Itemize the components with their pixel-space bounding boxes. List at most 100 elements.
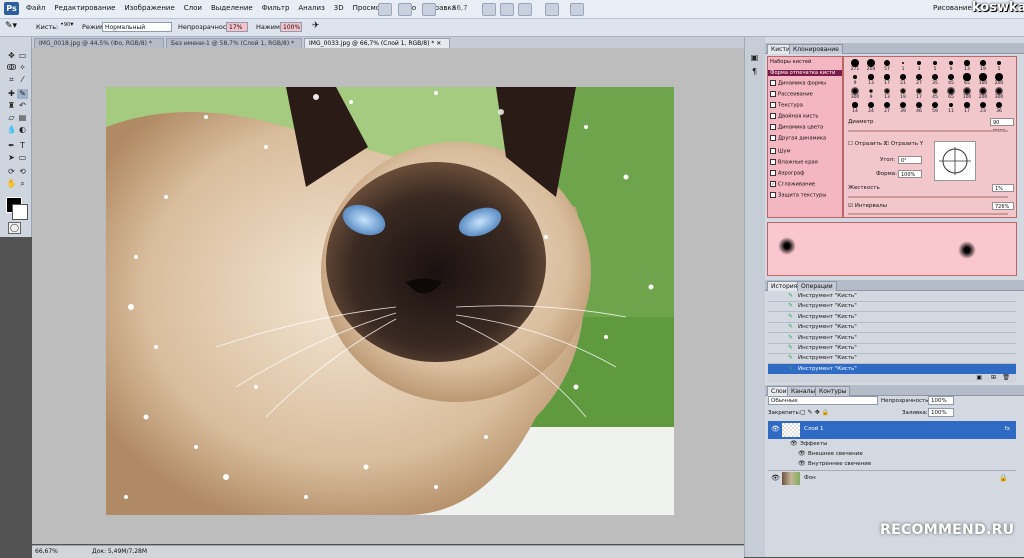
brush-tip-cell[interactable]: 27 (912, 73, 926, 87)
brush-tip-cell[interactable]: 45 (944, 73, 958, 87)
3d-orbit-icon[interactable]: ⟲ (17, 167, 28, 177)
view-extras-icon[interactable] (422, 3, 436, 16)
healing-brush-icon[interactable]: ✚ (6, 89, 17, 99)
menu-layers[interactable]: Слои (184, 4, 202, 12)
spacing-input[interactable]: 726% (992, 202, 1014, 210)
history-row[interactable]: ✎ Инструмент "Кисть" (768, 301, 1016, 313)
background-color-swatch[interactable] (12, 204, 28, 220)
flip-y-checkbox[interactable]: ☐ Отразить Y (884, 141, 923, 147)
clone-stamp-icon[interactable]: ♜ (6, 101, 17, 111)
brush-tip-cell[interactable]: 24 (864, 101, 878, 115)
checkbox[interactable] (770, 113, 776, 119)
checkbox[interactable] (770, 135, 776, 141)
brush-tip-cell[interactable]: 57 (880, 59, 894, 73)
inner-glow-row[interactable]: 👁 Внутреннее свечение (768, 460, 1016, 469)
checkbox[interactable] (770, 124, 776, 130)
brush-tip-cell[interactable]: 36 (992, 101, 1006, 115)
tab-actions[interactable]: Операции (797, 281, 837, 291)
brush-tip-cell[interactable]: 13 (864, 73, 878, 87)
rotate-view-icon[interactable] (500, 3, 514, 16)
brush-tip-cell[interactable]: 17 (880, 73, 894, 87)
crop-tool-icon[interactable]: ⌗ (6, 75, 17, 85)
fill-input[interactable]: 100% (928, 408, 954, 417)
mode-select[interactable]: Нормальный (102, 22, 172, 32)
checkbox[interactable] (770, 148, 776, 154)
zoom-level[interactable]: 66,7 (452, 4, 468, 12)
brush-tip-cell[interactable]: 46 (912, 101, 926, 115)
type-tool-icon[interactable]: T (17, 141, 28, 151)
brush-tip-cell[interactable]: 17 (912, 87, 926, 101)
shape-tool-icon[interactable]: ▭ (17, 153, 28, 163)
brush-tip-cell[interactable]: 14 (848, 101, 862, 115)
history-row[interactable]: ✎ Инструмент "Кисть" (768, 291, 1016, 302)
color-dynamics-item[interactable]: Динамика цвета (770, 124, 823, 131)
brush-angle-widget[interactable] (934, 141, 976, 181)
brush-tip-cell[interactable]: 35 (928, 73, 942, 87)
brush-tip-cell[interactable]: 65 (960, 73, 974, 87)
brush-tip-cell[interactable]: 9 (848, 73, 862, 87)
history-row[interactable]: ✎ Инструмент "Кисть" (768, 333, 1016, 344)
brush-tip-cell[interactable]: 13 (960, 59, 974, 73)
path-select-icon[interactable]: ➤ (6, 153, 17, 163)
other-dynamics-item[interactable]: Другая динамика (770, 135, 826, 142)
brush-tool-preset-icon[interactable]: ✎▾ (5, 21, 17, 31)
brush-tip-cell[interactable]: 5 (928, 59, 942, 73)
smoothing-item[interactable]: ✓ Сглаживание (770, 181, 815, 188)
brush-tip-cell[interactable]: 100 (960, 87, 974, 101)
checkbox-checked[interactable]: ✓ (770, 181, 776, 187)
brush-tip-cell[interactable]: 200 (992, 73, 1006, 87)
protect-texture-item[interactable]: Защита текстуры (770, 192, 826, 199)
lock-icons[interactable]: ▢✎✥🔒 (800, 409, 831, 416)
brush-tip-cell[interactable]: 59 (928, 101, 942, 115)
menu-image[interactable]: Изображение (124, 4, 174, 12)
lasso-tool-icon[interactable]: ↂ (6, 63, 17, 73)
brush-tip-cell[interactable]: 300 (992, 87, 1006, 101)
new-snapshot-icon[interactable]: ⊞ (991, 374, 996, 381)
menu-file[interactable]: Файл (26, 4, 45, 12)
dodge-tool-icon[interactable]: ◐ (17, 125, 28, 135)
brush-tip-cell[interactable]: 39 (896, 101, 910, 115)
tab-clone-source[interactable]: Клонирование (789, 44, 843, 54)
layer-opacity-input[interactable]: 100% (928, 396, 954, 405)
brush-tip-grid[interactable]: 271 204 57 1 3 5 9 13 19 5 9 13 17 21 27 35 45 65 100 200 30… (848, 59, 1008, 115)
info-panel-icon[interactable]: ▣ (749, 53, 760, 63)
dual-brush-item[interactable]: Двойная кисть (770, 113, 818, 120)
screen-mode-icon[interactable] (545, 3, 559, 16)
scattering-item[interactable]: Рассеивание (770, 91, 813, 98)
brush-tip-cell[interactable]: 45 (928, 87, 942, 101)
menu-select[interactable]: Выделение (211, 4, 253, 12)
checkbox[interactable] (770, 102, 776, 108)
quick-mask-icon[interactable]: ◯ (8, 222, 21, 234)
doc-tab-2[interactable]: Без имени-1 @ 58,7% (Слой 1, RGB/8) * (166, 38, 302, 48)
trash-icon[interactable]: 🗑 (1002, 374, 1010, 381)
checkbox[interactable] (770, 91, 776, 97)
visibility-eye-icon[interactable]: 👁 (771, 425, 780, 433)
hand-tool-icon[interactable] (482, 3, 496, 16)
menu-3d[interactable]: 3D (334, 4, 344, 12)
brush-tip-cell[interactable]: 21 (896, 73, 910, 87)
marquee-tool-icon[interactable]: ▭ (17, 51, 28, 61)
brush-tip-cell[interactable]: 19 (896, 87, 910, 101)
wet-edges-item[interactable]: Влажные края (770, 159, 818, 166)
spacing-slider[interactable] (848, 213, 1008, 215)
magic-wand-icon[interactable]: ✧ (17, 63, 28, 73)
document-image[interactable] (106, 87, 674, 515)
mini-bridge-icon[interactable] (398, 3, 412, 16)
effects-eye-icon[interactable]: 👁 (790, 440, 798, 447)
fx-icon[interactable]: fx (1005, 426, 1010, 432)
brush-tip-cell[interactable]: 3 (912, 59, 926, 73)
brush-tip-cell[interactable]: 5 (992, 59, 1006, 73)
checkbox[interactable] (770, 170, 776, 176)
effect-eye-icon[interactable]: 👁 (798, 450, 806, 457)
effect-eye-icon[interactable]: 👁 (798, 460, 806, 467)
checkbox[interactable] (770, 159, 776, 165)
snapshot-icon[interactable]: ▣ (976, 374, 982, 381)
menu-edit[interactable]: Редактирование (54, 4, 115, 12)
brush-tip-cell[interactable]: 204 (864, 59, 878, 73)
3d-rotate-icon[interactable]: ⟳ (6, 167, 17, 177)
brush-tip-cell[interactable]: 200 (976, 87, 990, 101)
diameter-slider[interactable] (848, 130, 1008, 132)
brush-preset-picker[interactable]: •90▾ (60, 20, 73, 28)
menu-filter[interactable]: Фильтр (262, 4, 290, 12)
brush-tip-cell[interactable]: 9 (864, 87, 878, 101)
